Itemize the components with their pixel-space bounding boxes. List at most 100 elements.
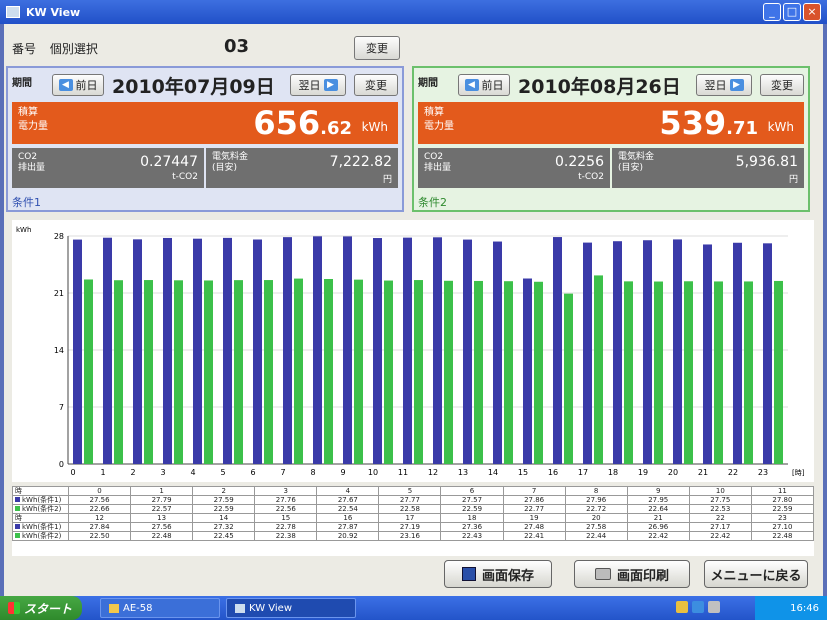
table-cell: 27.17	[688, 522, 752, 532]
back-to-menu-button[interactable]: メニューに戻る	[704, 560, 808, 588]
table-cell: 9	[626, 486, 690, 496]
condition2-panel: 期間 ◀ 前日 2010年08月26日 翌日 ▶ 変更 積算 電力量 539.71 k…	[412, 66, 810, 212]
bar-condition1	[133, 239, 142, 464]
table-cell: 27.56	[130, 522, 194, 532]
cost-value: 5,936.81	[735, 154, 798, 170]
bar-condition2	[474, 280, 483, 464]
table-cell: 1	[130, 486, 194, 496]
system-tray: 16:46	[755, 596, 827, 620]
table-cell: 15	[254, 513, 318, 523]
app-icon	[6, 6, 20, 18]
table-cell: 22.66	[67, 504, 132, 514]
minimize-button[interactable]: _	[763, 3, 781, 21]
table-cell: 27.96	[564, 495, 628, 505]
x-tick-label: 6	[250, 468, 255, 477]
table-cell: 22.64	[626, 504, 690, 514]
header-change-button[interactable]: 変更	[354, 36, 400, 60]
table-cell: 0	[67, 486, 132, 496]
clock: 16:46	[790, 602, 819, 614]
x-tick-label: 9	[340, 468, 345, 477]
bar-condition2	[564, 293, 573, 464]
tray-icon[interactable]	[676, 601, 688, 613]
table-cell: 22.53	[688, 504, 752, 514]
co2-unit: t-CO2	[172, 172, 198, 182]
window-title: KW View	[26, 5, 81, 19]
x-tick-label: 16	[548, 468, 558, 477]
bar-condition2	[294, 278, 303, 464]
bar-condition1	[583, 242, 592, 464]
table-cell: 22.41	[502, 531, 566, 541]
energy-box: 積算 電力量 539.71 kWh	[418, 102, 804, 144]
energy-box: 積算 電力量 656.62 kWh	[12, 102, 398, 144]
bar-condition2	[624, 281, 633, 464]
select-label: 個別選択	[49, 42, 98, 56]
x-tick-label: 2	[130, 468, 135, 477]
bar-condition1	[223, 237, 232, 464]
table-cell: 27.59	[192, 495, 256, 505]
bar-condition2	[534, 281, 543, 464]
x-axis-label: [時]	[792, 469, 805, 477]
table-cell: 10	[688, 486, 752, 496]
bar-condition1	[763, 243, 772, 464]
close-button[interactable]: ×	[803, 3, 821, 21]
condition1-panel: 期間 ◀ 前日 2010年07月09日 翌日 ▶ 変更 積算 電力量 656.62 k…	[6, 66, 404, 212]
table-cell: 22.56	[254, 504, 318, 514]
table-cell: 22.42	[688, 531, 752, 541]
main-window: 番号 個別選択 03 変更 期間 ◀ 前日 2010年07月09日 翌日 ▶ 変更 …	[4, 24, 823, 596]
co2-value: 0.2256	[555, 154, 604, 170]
next-day-button[interactable]: 翌日 ▶	[696, 74, 752, 96]
x-tick-label: 12	[428, 468, 438, 477]
bar-condition1	[103, 237, 112, 464]
x-tick-label: 23	[758, 468, 768, 477]
table-cell: 27.36	[440, 522, 504, 532]
bar-condition1	[73, 239, 82, 464]
arrow-left-icon: ◀	[58, 79, 73, 91]
table-cell: 19	[502, 513, 566, 523]
taskbar-item-kwview[interactable]: KW View	[226, 598, 356, 618]
date-change-button[interactable]: 変更	[760, 74, 804, 96]
table-cell: 22.50	[67, 531, 132, 541]
taskbar-item-ae58[interactable]: AE-58	[100, 598, 220, 618]
x-tick-label: 11	[398, 468, 408, 477]
table-cell: 18	[440, 513, 504, 523]
row-header: kWh(条件1)	[12, 522, 69, 532]
print-screen-button[interactable]: 画面印刷	[574, 560, 690, 588]
table-cell: 27.77	[378, 495, 442, 505]
legend-swatch	[15, 524, 20, 529]
table-cell: 27.79	[130, 495, 194, 505]
table-cell: 27.67	[316, 495, 380, 505]
x-tick-label: 3	[160, 468, 165, 477]
table-cell: 22.48	[130, 531, 194, 541]
bar-condition1	[193, 238, 202, 464]
date-change-button[interactable]: 変更	[354, 74, 398, 96]
x-tick-label: 10	[368, 468, 378, 477]
table-cell: 22.78	[254, 522, 318, 532]
x-tick-label: 14	[488, 468, 498, 477]
maximize-button[interactable]: □	[783, 3, 801, 21]
table-cell: 27.75	[688, 495, 752, 505]
prev-day-button[interactable]: ◀ 前日	[52, 74, 104, 96]
save-screen-button[interactable]: 画面保存	[444, 560, 552, 588]
table-cell: 27.84	[67, 522, 132, 532]
prev-day-button[interactable]: ◀ 前日	[458, 74, 510, 96]
condition-label: 条件2	[418, 196, 447, 209]
table-cell: 27.80	[750, 495, 815, 505]
co2-unit: t-CO2	[578, 172, 604, 182]
tray-icon[interactable]	[708, 601, 720, 613]
cost-unit: 円	[382, 175, 392, 185]
table-cell: 27.76	[254, 495, 318, 505]
start-button[interactable]: スタート	[0, 596, 82, 620]
energy-unit: kWh	[767, 120, 794, 134]
taskbar: スタート AE-58 KW View 16:46	[0, 596, 827, 620]
folder-icon	[109, 603, 119, 613]
x-tick-label: 22	[728, 468, 738, 477]
table-cell: 22	[688, 513, 752, 523]
header: 番号 個別選択 03	[12, 36, 249, 57]
number-label: 番号	[12, 42, 37, 56]
next-day-button[interactable]: 翌日 ▶	[290, 74, 346, 96]
table-cell: 27.19	[378, 522, 442, 532]
legend-swatch	[15, 497, 20, 502]
bar-condition2	[204, 280, 213, 464]
bar-condition1	[703, 244, 712, 464]
tray-icon[interactable]	[692, 601, 704, 613]
